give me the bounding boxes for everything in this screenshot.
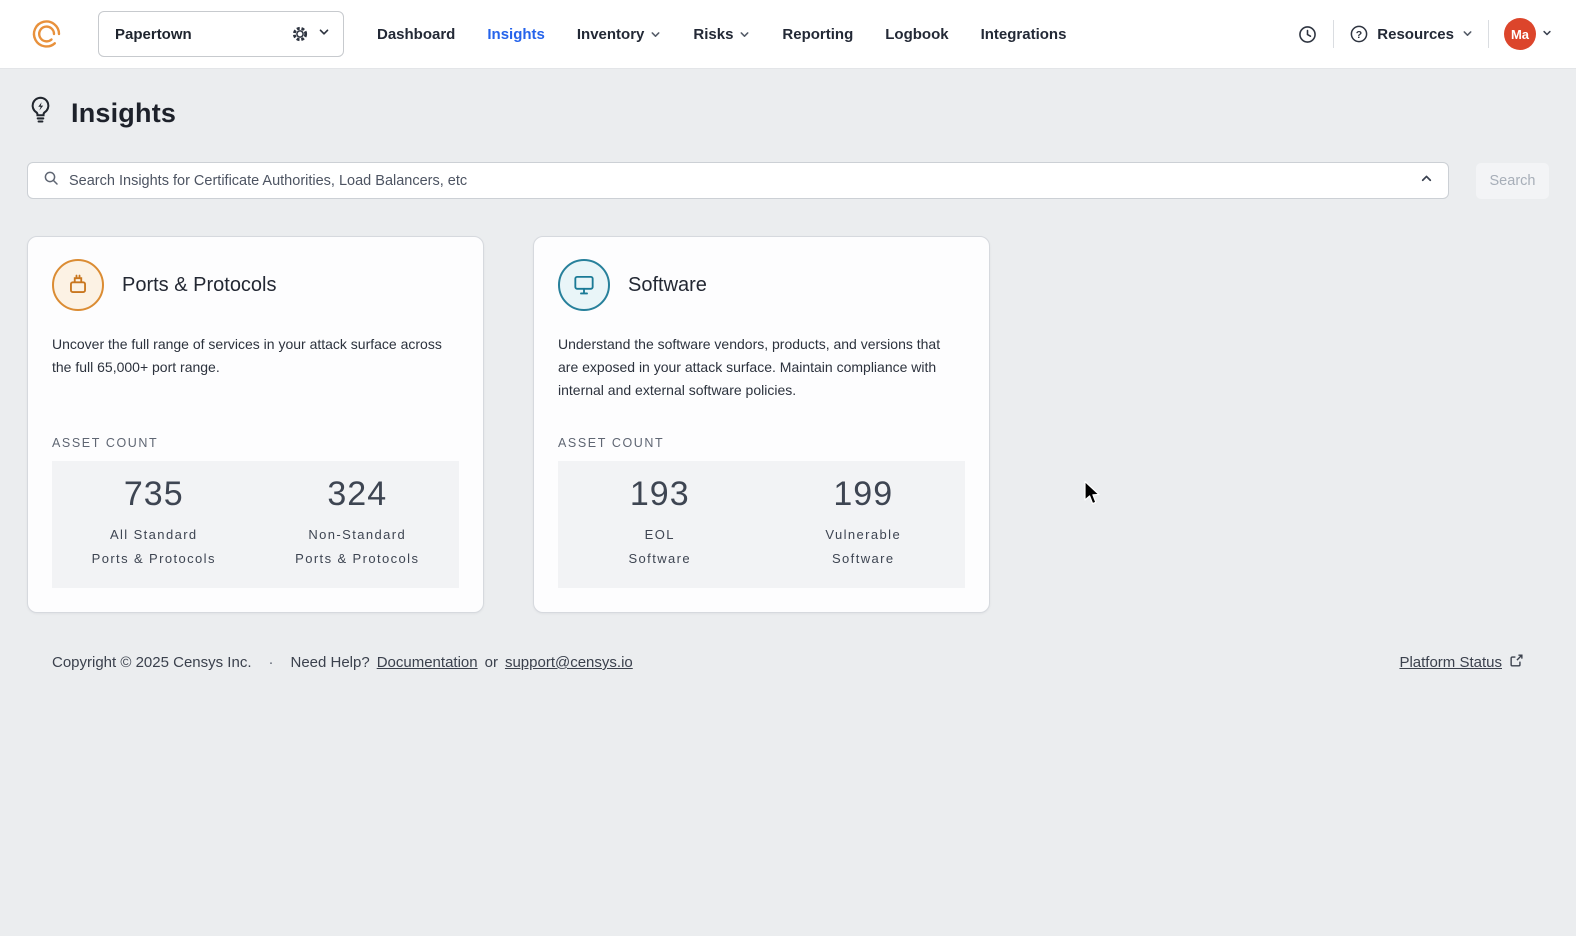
documentation-link[interactable]: Documentation: [377, 654, 478, 671]
search-row: Search: [27, 162, 1549, 199]
page-footer: Copyright © 2025 Censys Inc. · Need Help…: [27, 653, 1549, 672]
card-ports-protocols[interactable]: Ports & Protocols Uncover the full range…: [27, 236, 484, 613]
external-link-icon: [1509, 653, 1524, 672]
chevron-down-icon: [739, 29, 750, 40]
software-monitor-icon: [558, 259, 610, 311]
page-title: Insights: [71, 98, 177, 128]
stats-panel: 193 EOL Software 199 Vulnerable Software: [558, 461, 965, 588]
main-content: Insights Search Insights for Certificate…: [0, 95, 1576, 672]
card-software[interactable]: Software Understand the software vendors…: [533, 236, 990, 613]
platform-status-link[interactable]: Platform Status: [1399, 654, 1502, 671]
chevron-up-icon[interactable]: [1420, 172, 1433, 190]
header-right-controls: ? Resources Ma: [1297, 18, 1552, 50]
stat-non-standard: 324 Non-Standard Ports & Protocols: [256, 475, 460, 571]
history-clock-icon[interactable]: [1297, 24, 1318, 45]
asset-count-label: ASSET COUNT: [52, 436, 159, 450]
nav-reporting[interactable]: Reporting: [782, 26, 853, 43]
workspace-chevron-down-icon: [318, 25, 330, 43]
resources-menu[interactable]: ? Resources: [1349, 24, 1473, 44]
divider: [1333, 20, 1335, 48]
search-bar: [27, 162, 1449, 199]
top-nav-bar: Papertown Dashboard Insights Inventory R…: [0, 0, 1576, 69]
need-help-text: Need Help?: [290, 654, 370, 671]
chevron-down-icon: [1462, 26, 1473, 43]
nav-integrations[interactable]: Integrations: [981, 26, 1067, 43]
primary-nav: Dashboard Insights Inventory Risks Repor…: [377, 26, 1066, 43]
copyright-text: Copyright © 2025 Censys Inc.: [52, 654, 252, 671]
nav-risks[interactable]: Risks: [693, 26, 750, 43]
support-email-link[interactable]: support@censys.io: [505, 654, 633, 671]
divider: [1488, 20, 1489, 48]
asset-count-label: ASSET COUNT: [558, 436, 665, 450]
stat-vulnerable-software: 199 Vulnerable Software: [762, 475, 966, 571]
censys-logo[interactable]: [28, 15, 66, 53]
avatar: Ma: [1504, 18, 1536, 50]
card-description: Understand the software vendors, product…: [558, 336, 941, 398]
nav-logbook[interactable]: Logbook: [885, 26, 948, 43]
card-description: Uncover the full range of services in yo…: [52, 336, 442, 375]
workspace-name: Papertown: [115, 25, 192, 43]
card-title: Software: [628, 273, 707, 296]
help-circle-icon: ?: [1349, 24, 1369, 44]
stat-all-standard: 735 All Standard Ports & Protocols: [52, 475, 256, 571]
resources-label: Resources: [1377, 25, 1454, 43]
stats-panel: 735 All Standard Ports & Protocols 324 N…: [52, 461, 459, 588]
user-menu[interactable]: Ma: [1504, 18, 1552, 50]
stat-value: 193: [629, 475, 690, 513]
ports-icon: [52, 259, 104, 311]
stat-value: 199: [833, 475, 894, 513]
search-input[interactable]: [69, 172, 1410, 189]
workspace-settings-gear-icon[interactable]: [291, 25, 309, 43]
page-header: Insights: [27, 95, 1549, 132]
search-icon: [43, 170, 59, 191]
workspace-selector[interactable]: Papertown: [98, 11, 344, 57]
nav-inventory[interactable]: Inventory: [577, 26, 662, 43]
stat-value: 324: [327, 475, 388, 513]
search-button[interactable]: Search: [1476, 162, 1549, 199]
chevron-down-icon: [1542, 25, 1552, 43]
svg-text:?: ?: [1356, 29, 1362, 41]
stat-value: 735: [123, 475, 184, 513]
nav-insights[interactable]: Insights: [487, 26, 545, 43]
insights-lightbulb-icon: [27, 95, 54, 132]
nav-dashboard[interactable]: Dashboard: [377, 26, 455, 43]
chevron-down-icon: [650, 29, 661, 40]
card-title: Ports & Protocols: [122, 273, 277, 296]
stat-eol-software: 193 EOL Software: [558, 475, 762, 571]
insight-cards: Ports & Protocols Uncover the full range…: [27, 236, 1549, 613]
